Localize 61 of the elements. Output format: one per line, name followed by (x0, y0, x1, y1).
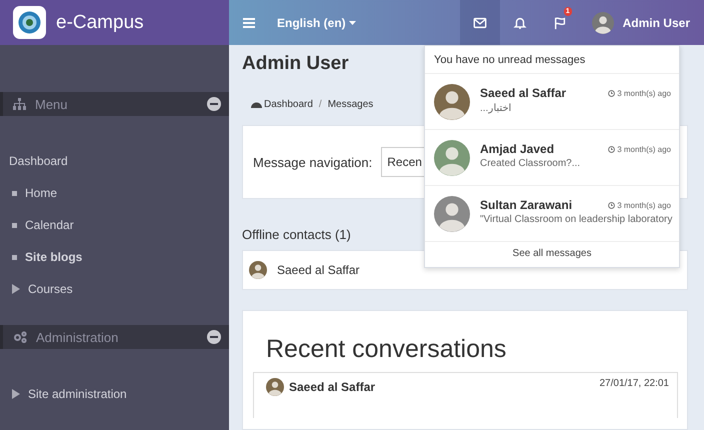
message-item[interactable]: Sultan Zarawani 3 month(s) ago "Virtual Classroom on leadership laboratory (425, 186, 679, 242)
avatar (434, 196, 470, 232)
message-preview: "Virtual Classroom on leadership laboratory (480, 214, 674, 225)
caret-icon (348, 20, 356, 24)
sitemap-icon (13, 98, 26, 110)
nav-item[interactable]: Site administration (0, 378, 229, 410)
menu-icon (243, 18, 255, 28)
collapse-button[interactable] (207, 330, 221, 344)
expand-arrow-icon (12, 389, 20, 399)
conversation-row[interactable]: Saeed al Saffar 27/01/17, 22:01 (253, 372, 678, 418)
nav-item[interactable]: Courses (0, 273, 229, 305)
avatar (249, 261, 267, 279)
message-time: 3 month(s) ago (608, 145, 671, 154)
section-title: Recent conversations (266, 335, 508, 364)
cogs-icon (13, 331, 27, 343)
flag-icon (552, 16, 567, 30)
contact-name: Saeed al Saffar (277, 263, 360, 277)
nav-item[interactable]: Dashboard (0, 145, 229, 177)
bell-icon (512, 16, 527, 30)
logo-icon (13, 6, 46, 39)
breadcrumb-link[interactable]: Messages (328, 99, 374, 110)
mail-button[interactable] (460, 0, 500, 45)
section-title: Offline contacts (1) (242, 227, 352, 242)
breadcrumb-link[interactable]: Dashboard (251, 99, 313, 110)
bullet-icon (12, 222, 17, 228)
popover-header: You have no unread messages (425, 46, 679, 74)
mail-icon (472, 16, 487, 30)
avatar (434, 140, 470, 176)
breadcrumb-separator: / (318, 99, 322, 110)
navigation-label: Message navigation: (253, 154, 372, 170)
nav-item[interactable]: Calendar (0, 209, 229, 241)
nav-item[interactable]: Site blogs (0, 241, 229, 273)
minus-icon (210, 100, 218, 108)
user-menu[interactable]: Admin User (580, 0, 704, 45)
nav-item[interactable]: Home (0, 177, 229, 209)
message-time: 3 month(s) ago (608, 89, 671, 98)
sender-name: Saeed al Saffar (480, 86, 566, 100)
bullet-icon (12, 254, 17, 260)
sender-name: Sultan Zarawani (480, 198, 572, 212)
contact-name: Saeed al Saffar (289, 379, 376, 394)
brand-title: e-Campus (56, 12, 144, 34)
clock-icon (608, 90, 616, 97)
message-item[interactable]: Amjad Javed 3 month(s) ago Created Classroom?... (425, 130, 679, 186)
clock-icon (608, 146, 616, 153)
bullet-icon (12, 190, 17, 196)
expand-arrow-icon (12, 284, 20, 294)
minus-icon (210, 333, 218, 341)
avatar (592, 12, 614, 34)
block-title: Administration (36, 330, 120, 344)
sender-name: Amjad Javed (480, 142, 554, 156)
dashboard-icon (251, 100, 262, 109)
message-time: 3 month(s) ago (608, 201, 671, 210)
collapse-button[interactable] (207, 97, 221, 111)
page-title: Admin User (242, 53, 349, 76)
avatar (266, 378, 284, 396)
timestamp: 27/01/17, 22:01 (599, 378, 669, 389)
message-preview: اختبار... (480, 102, 512, 114)
clock-icon (608, 202, 616, 209)
message-preview: Created Classroom?... (480, 158, 582, 169)
block-title: Menu (35, 96, 69, 112)
avatar (434, 84, 470, 120)
